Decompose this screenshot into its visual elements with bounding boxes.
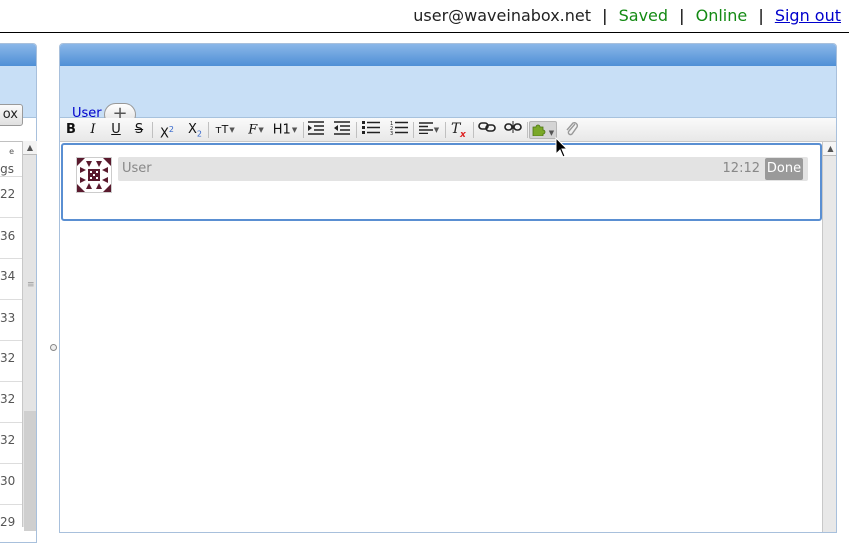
underline-button[interactable]: U xyxy=(109,121,123,139)
toolbar-separator xyxy=(413,122,414,138)
top-status-bar: user@waveinabox.net | Saved | Online | S… xyxy=(0,0,849,33)
sign-out-link[interactable]: Sign out xyxy=(775,6,841,25)
indent-icon[interactable] xyxy=(307,121,325,139)
dropdown-arrow-icon: ▼ xyxy=(433,126,440,134)
font-size-dropdown[interactable]: тT▼ xyxy=(212,121,238,139)
left-list-scroll-marker: e xyxy=(9,147,14,156)
blip-header: User 12:12 Done xyxy=(118,157,808,181)
italic-button[interactable]: I xyxy=(86,121,100,139)
subscript-mark: 2 xyxy=(196,129,202,139)
left-scrollbar-thumb[interactable] xyxy=(24,411,36,531)
bulleted-list-icon[interactable] xyxy=(361,121,381,139)
toolbar-separator xyxy=(356,122,357,138)
list-item[interactable]: 34 xyxy=(0,269,15,283)
subscript-label: X xyxy=(188,122,197,137)
resize-grip-icon[interactable]: ≡ xyxy=(27,280,35,290)
list-item[interactable]: 22 xyxy=(0,187,15,201)
status-separator: | xyxy=(679,6,685,25)
status-separator: | xyxy=(758,6,764,25)
wave-panel-header xyxy=(60,44,836,66)
toolbar-separator xyxy=(445,122,446,138)
toolbar-separator xyxy=(303,122,304,138)
insert-link-icon[interactable] xyxy=(477,121,497,139)
panel-splitter-handle[interactable] xyxy=(50,344,57,351)
clear-formatting-icon[interactable]: T x xyxy=(449,121,469,140)
blip[interactable]: User 12:12 Done xyxy=(61,143,822,221)
user-address: user@waveinabox.net xyxy=(413,6,592,25)
superscript-button[interactable]: X2 xyxy=(157,121,177,142)
alignment-dropdown[interactable]: ▼ xyxy=(417,121,441,139)
heading-label: H1 xyxy=(272,122,291,138)
subscript-button[interactable]: X2 xyxy=(185,121,205,139)
left-scrollbar[interactable]: ▲ xyxy=(22,141,37,531)
dropdown-arrow-icon: ▼ xyxy=(291,126,298,134)
font-family-label: F xyxy=(248,122,258,138)
toolbar-separator xyxy=(473,122,474,138)
editor-toolbar: B I U S X2 X2 тT▼ F▼ H1▼ 1 2 3 ▼ T x ▼ xyxy=(60,118,836,142)
heading-dropdown[interactable]: H1▼ xyxy=(272,121,298,139)
list-item[interactable]: 36 xyxy=(0,229,15,243)
left-panel-header xyxy=(0,44,36,66)
attachment-paperclip-icon[interactable] xyxy=(563,121,581,139)
participants-bar: User + xyxy=(60,66,836,126)
saved-status: Saved xyxy=(618,6,669,25)
outdent-icon[interactable] xyxy=(333,121,351,139)
bold-button[interactable]: B xyxy=(64,121,78,139)
left-list-column-label: gs xyxy=(0,162,14,176)
avatar xyxy=(76,157,112,193)
svg-text:3: 3 xyxy=(390,131,393,135)
toolbar-separator xyxy=(527,122,528,138)
numbered-list-icon[interactable]: 123 xyxy=(389,121,409,139)
list-item[interactable]: 32 xyxy=(0,433,15,447)
list-item[interactable]: 32 xyxy=(0,392,15,406)
align-left-icon xyxy=(418,121,433,134)
strikethrough-button[interactable]: S xyxy=(132,121,146,139)
list-item[interactable]: 32 xyxy=(0,351,15,365)
dropdown-arrow-icon: ▼ xyxy=(229,126,235,134)
gadget-puzzle-icon[interactable]: ▼ xyxy=(529,121,557,139)
blip-author: User xyxy=(122,161,152,176)
online-status: Online xyxy=(695,6,748,25)
status-separator: | xyxy=(602,6,608,25)
list-item[interactable]: 30 xyxy=(0,474,15,488)
font-family-dropdown[interactable]: F▼ xyxy=(244,121,268,139)
scroll-up-arrow-icon[interactable]: ▲ xyxy=(23,141,37,155)
superscript-label: X xyxy=(160,126,169,142)
status-line: user@waveinabox.net | Saved | Online | S… xyxy=(413,6,841,25)
superscript-mark: 2 xyxy=(168,125,174,134)
left-panel-toolbar: ox xyxy=(0,66,36,126)
remove-link-icon[interactable] xyxy=(503,121,523,139)
font-size-label: тT xyxy=(215,123,229,136)
left-panel-button[interactable]: ox xyxy=(0,104,23,126)
wave-scrollbar[interactable]: ▲ xyxy=(822,142,836,532)
toolbar-separator xyxy=(208,122,209,138)
dropdown-arrow-icon: ▼ xyxy=(548,128,555,137)
svg-text:x: x xyxy=(459,130,467,137)
scroll-up-arrow-icon[interactable]: ▲ xyxy=(823,142,836,156)
toolbar-separator xyxy=(152,122,153,138)
dropdown-arrow-icon: ▼ xyxy=(258,126,264,134)
done-button[interactable]: Done xyxy=(765,158,803,180)
wave-panel: User + B I U S X2 X2 тT▼ F▼ H1▼ 1 2 3 ▼ … xyxy=(59,43,837,533)
blip-area: User 12:12 Done ▲ xyxy=(60,142,836,532)
blip-timestamp: 12:12 xyxy=(722,161,760,176)
list-item[interactable]: 33 xyxy=(0,311,15,325)
